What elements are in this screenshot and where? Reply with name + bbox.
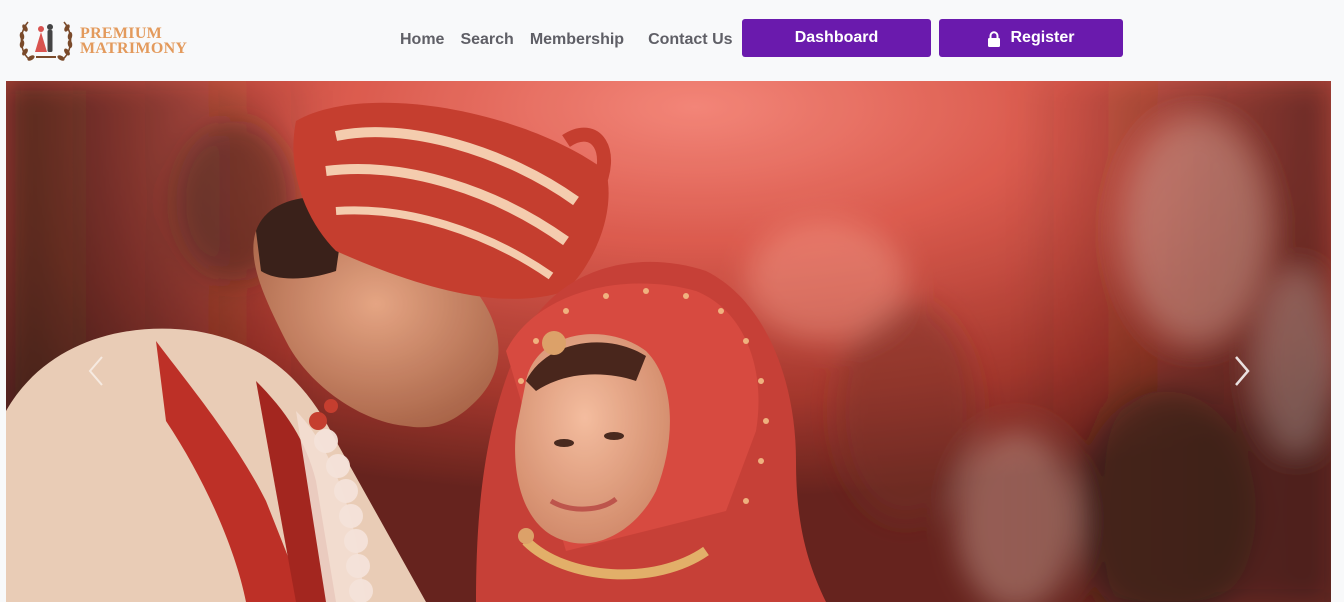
carousel-prev-button[interactable] [78, 351, 114, 391]
nav-membership-link[interactable]: Membership [522, 31, 632, 49]
brand-line-2: MATRIMONY [80, 40, 188, 57]
nav-home-link[interactable]: Home [392, 31, 452, 49]
navbar: PREMIUM MATRIMONY Home Search Membership… [0, 0, 1344, 80]
nav-search-link[interactable]: Search [452, 31, 521, 49]
brand-logo[interactable]: PREMIUM MATRIMONY [16, 12, 187, 70]
dashboard-button-label: Dashboard [794, 29, 879, 46]
brand-line-1: PREMIUM [80, 25, 163, 42]
wedding-couple-photo [6, 81, 1331, 602]
nav-contact-link[interactable]: Contact Us [640, 31, 740, 49]
main-nav: Home Search Membership Contact Us [392, 28, 741, 52]
chevron-right-icon [1235, 356, 1250, 386]
couple-wreath-logo-icon [19, 21, 73, 61]
brand-name: PREMIUM MATRIMONY [80, 25, 188, 57]
chevron-left-icon [88, 356, 103, 386]
hero-carousel [6, 81, 1331, 602]
dashboard-button[interactable]: Dashboard [742, 19, 931, 57]
register-button-label: Register [1010, 29, 1075, 46]
carousel-next-button[interactable] [1224, 351, 1260, 391]
register-button[interactable]: Register [939, 19, 1123, 57]
lock-icon [988, 30, 1001, 47]
